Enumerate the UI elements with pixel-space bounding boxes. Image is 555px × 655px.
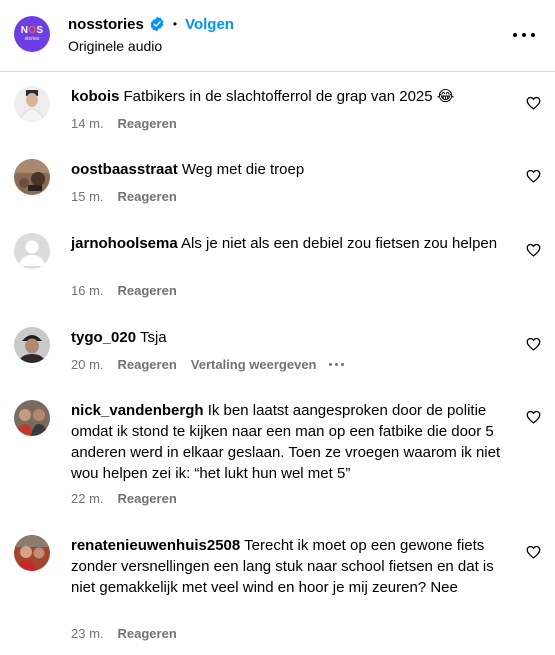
- comment-time: 16 m.: [71, 283, 104, 298]
- comment-avatar[interactable]: [14, 327, 50, 363]
- comment-username[interactable]: oostbaasstraat: [71, 161, 178, 178]
- comment-avatar[interactable]: [14, 400, 50, 436]
- follow-button[interactable]: Volgen: [185, 16, 234, 33]
- like-heart-icon[interactable]: [526, 169, 541, 183]
- comment-body: Fatbikers in de slachtofferrol de grap v…: [123, 88, 455, 105]
- comment-options-button[interactable]: [328, 363, 344, 366]
- comment-body: Tsja: [139, 329, 167, 346]
- reply-button[interactable]: Reageren: [118, 283, 177, 298]
- comment-avatar[interactable]: [14, 233, 50, 269]
- profile-username[interactable]: nosstories: [68, 16, 144, 33]
- comment-username[interactable]: nick_vandenbergh: [71, 402, 204, 419]
- comment-text: oostbaasstraat Weg met die troep: [71, 159, 501, 180]
- comment-username[interactable]: jarnohoolsema: [71, 235, 178, 252]
- verified-badge-icon: [150, 16, 164, 32]
- comment-text: kobois Fatbikers in de slachtofferrol de…: [71, 86, 501, 107]
- reply-button[interactable]: Reageren: [118, 357, 177, 372]
- audio-label[interactable]: Originele audio: [68, 38, 162, 54]
- like-heart-icon[interactable]: [526, 410, 541, 424]
- comment-time: 14 m.: [71, 116, 104, 131]
- comment-text: tygo_020 Tsja: [71, 327, 501, 348]
- comment-time: 15 m.: [71, 189, 104, 204]
- comment-time: 22 m.: [71, 491, 104, 506]
- comment-text: jarnohoolsema Als je niet als een debiel…: [71, 233, 501, 254]
- comment-time: 20 m.: [71, 357, 104, 372]
- reply-button[interactable]: Reageren: [118, 116, 177, 131]
- dot-icon: [531, 33, 535, 37]
- reply-button[interactable]: Reageren: [118, 491, 177, 506]
- comment-avatar[interactable]: [14, 86, 50, 122]
- comment-meta: 14 m. Reageren: [71, 116, 177, 131]
- comment-avatar[interactable]: [14, 535, 50, 571]
- comment-time: 23 m.: [71, 626, 104, 641]
- comment-meta: 15 m. Reageren: [71, 189, 177, 204]
- dot-icon: [522, 33, 526, 37]
- profile-avatar[interactable]: NOS stories: [14, 16, 50, 52]
- like-heart-icon[interactable]: [526, 545, 541, 559]
- comment-body: Als je niet als een debiel zou fietsen z…: [181, 235, 498, 252]
- avatar-logo-sub: stories: [24, 36, 40, 42]
- like-heart-icon[interactable]: [526, 337, 541, 351]
- post-header: NOS stories nosstories • Volgen Originel…: [0, 0, 555, 72]
- comment-meta: 16 m. Reageren: [71, 283, 177, 298]
- comment-body: Weg met die troep: [181, 161, 305, 178]
- avatar-logo-text: NOS: [20, 25, 44, 36]
- comment-text: nick_vandenbergh Ik ben laatst aangespro…: [71, 400, 501, 484]
- separator-dot: •: [172, 17, 178, 31]
- comment-avatar[interactable]: [14, 159, 50, 195]
- comment-username[interactable]: renatenieuwenhuis2508: [71, 537, 240, 554]
- more-options-button[interactable]: [513, 25, 535, 45]
- like-heart-icon[interactable]: [526, 243, 541, 257]
- dot-icon: [513, 33, 517, 37]
- comment-meta: 22 m. Reageren: [71, 491, 177, 506]
- like-heart-icon[interactable]: [526, 96, 541, 110]
- reply-button[interactable]: Reageren: [118, 626, 177, 641]
- translate-button[interactable]: Vertaling weergeven: [191, 357, 317, 372]
- comment-username[interactable]: tygo_020: [71, 329, 136, 346]
- reply-button[interactable]: Reageren: [118, 189, 177, 204]
- comment-meta: 23 m. Reageren: [71, 626, 177, 641]
- comment-username[interactable]: kobois: [71, 88, 119, 105]
- comment-text: renatenieuwenhuis2508 Terecht ik moet op…: [71, 535, 501, 598]
- comment-meta: 20 m. Reageren Vertaling weergeven: [71, 357, 344, 372]
